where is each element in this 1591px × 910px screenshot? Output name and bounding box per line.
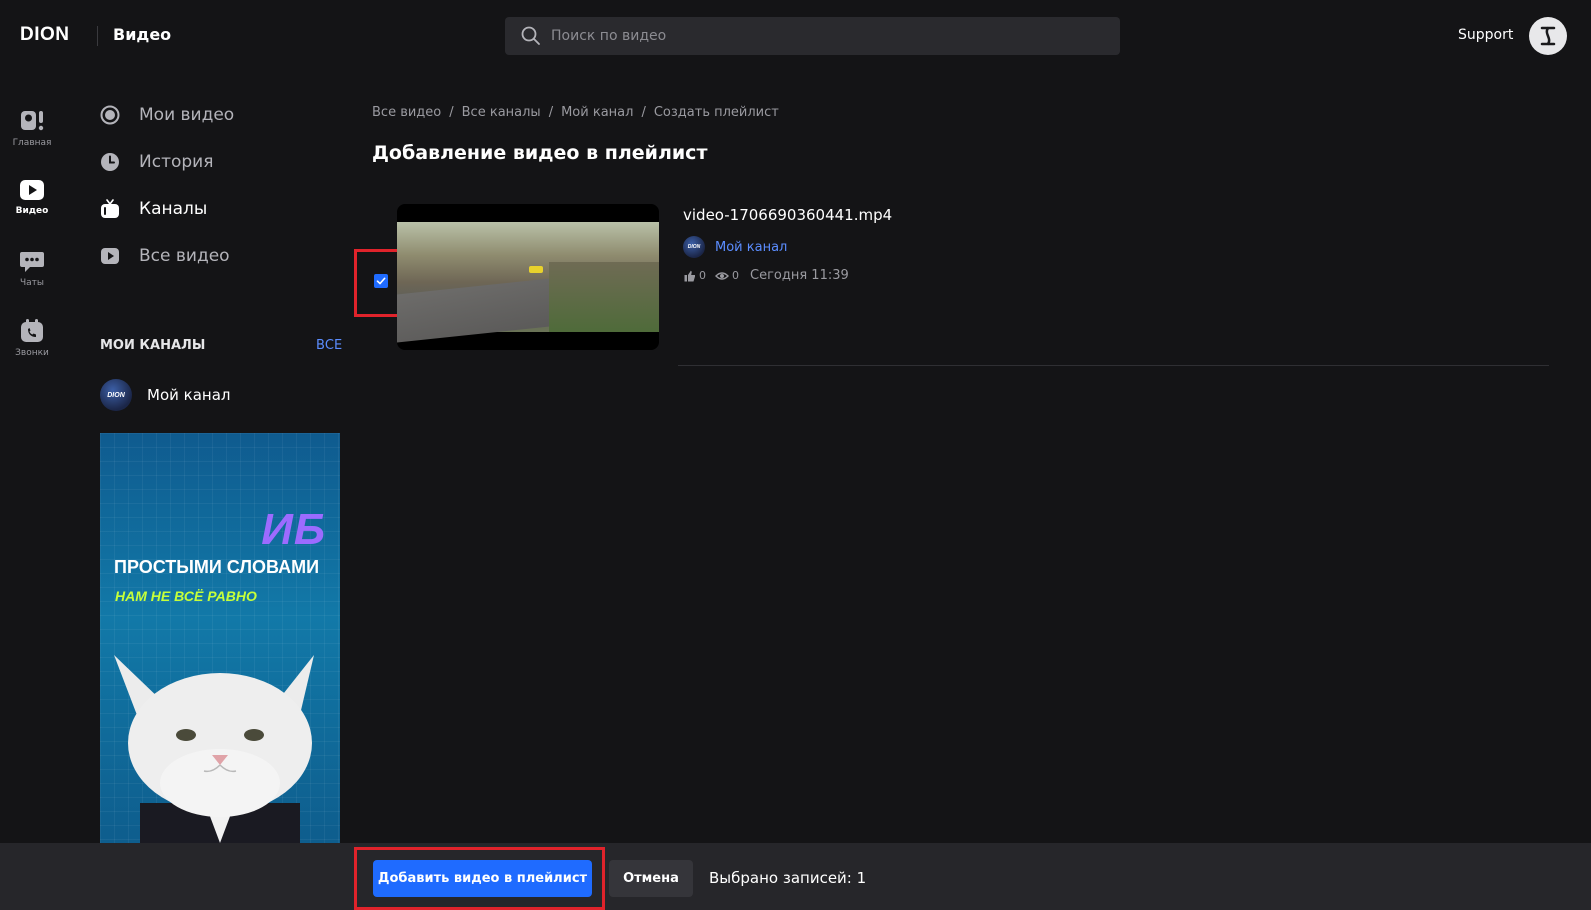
rail-item-video[interactable]: Видео — [0, 178, 64, 216]
video-play-icon — [20, 180, 44, 200]
breadcrumb-item-my-channel[interactable]: Мой канал — [561, 105, 633, 120]
video-stats: 0 0 Сегодня 11:39 — [684, 268, 849, 283]
like-icon — [684, 270, 695, 281]
all-channels-link[interactable]: ВСЕ — [316, 338, 342, 353]
likes-count: 0 — [699, 269, 706, 282]
nav-item-channels[interactable]: Каналы — [100, 194, 207, 224]
rail-item-calls[interactable]: Звонки — [0, 318, 64, 358]
breadcrumb-item-create-playlist: Создать плейлист — [653, 105, 779, 120]
my-videos-icon — [100, 105, 120, 125]
user-avatar[interactable] — [1529, 17, 1567, 55]
promo-banner[interactable]: ИБ ПРОСТЫМИ СЛОВАМИ НАМ НЕ ВСЁ РАВНО — [100, 433, 340, 843]
views-count: 0 — [732, 269, 739, 282]
row-divider — [678, 365, 1549, 366]
breadcrumb-item-all-channels[interactable]: Все каналы — [462, 105, 541, 120]
banner-subheadline: ПРОСТЫМИ СЛОВАМИ — [114, 557, 320, 577]
support-link[interactable]: Support — [1458, 27, 1513, 43]
channel-name: Мой канал — [147, 386, 231, 404]
nav-label: Каналы — [139, 199, 208, 219]
thumbnail-car — [529, 266, 543, 273]
video-channel-link[interactable]: DION Мой канал — [683, 236, 787, 258]
breadcrumb-separator: / — [641, 105, 646, 120]
selected-count-text: Выбрано записей: 1 — [709, 869, 867, 887]
rail-item-chats[interactable]: Чаты — [0, 248, 64, 288]
rail-label: Главная — [12, 138, 52, 148]
banner-headline: ИБ — [261, 505, 326, 554]
thumbnail-grass — [549, 262, 659, 332]
cat-in-suit-image — [114, 655, 314, 843]
video-channel-name: Мой канал — [715, 239, 788, 255]
history-clock-icon — [101, 153, 119, 171]
search-icon — [521, 26, 540, 45]
channels-tv-icon — [101, 199, 119, 218]
nav-item-history[interactable]: История — [100, 147, 213, 177]
nav-label: История — [139, 152, 214, 172]
search-input[interactable] — [551, 28, 1091, 44]
video-date: Сегодня 11:39 — [750, 268, 849, 283]
channel-avatar: DION — [100, 379, 132, 411]
user-avatar-icon — [1540, 26, 1556, 46]
chat-icon — [20, 252, 44, 272]
home-icon — [21, 111, 44, 131]
rail-item-home[interactable]: Главная — [0, 108, 64, 148]
add-button-highlight-frame — [354, 847, 605, 910]
cancel-button[interactable]: Отмена — [609, 860, 693, 897]
my-channels-heading: МОИ КАНАЛЫ — [100, 338, 206, 353]
channel-item-my-channel[interactable]: DION Мой канал — [100, 378, 230, 412]
views-eye-icon — [715, 271, 729, 280]
video-title[interactable]: video-1706690360441.mp4 — [683, 206, 892, 224]
breadcrumb-separator: / — [449, 105, 454, 120]
logo-divider — [97, 26, 98, 46]
page-title: Добавление видео в плейлист — [372, 142, 708, 164]
rail-label: Чаты — [19, 278, 45, 288]
nav-label: Все видео — [139, 246, 230, 266]
dion-logo[interactable]: DION — [20, 24, 70, 46]
banner-tagline: НАМ НЕ ВСЁ РАВНО — [115, 588, 257, 604]
breadcrumb: Все видео / Все каналы / Мой канал / Соз… — [372, 105, 779, 120]
top-bar: DION Видео Support — [0, 0, 1591, 72]
nav-item-my-videos[interactable]: Мои видео — [100, 100, 234, 130]
search-bar[interactable] — [505, 17, 1120, 55]
breadcrumb-separator: / — [548, 105, 554, 120]
video-channel-avatar: DION — [683, 236, 705, 258]
video-thumbnail[interactable] — [397, 204, 659, 350]
rail-label: Звонки — [15, 348, 49, 358]
calls-icon — [21, 319, 43, 342]
nav-item-all-videos[interactable]: Все видео — [100, 241, 230, 271]
thumbnail-scene — [397, 222, 659, 343]
nav-label: Мои видео — [139, 105, 235, 125]
section-title: Видео — [113, 25, 172, 44]
breadcrumb-item-all-videos[interactable]: Все видео — [372, 105, 441, 120]
rail-label: Видео — [15, 206, 49, 216]
all-videos-play-icon — [101, 248, 119, 264]
